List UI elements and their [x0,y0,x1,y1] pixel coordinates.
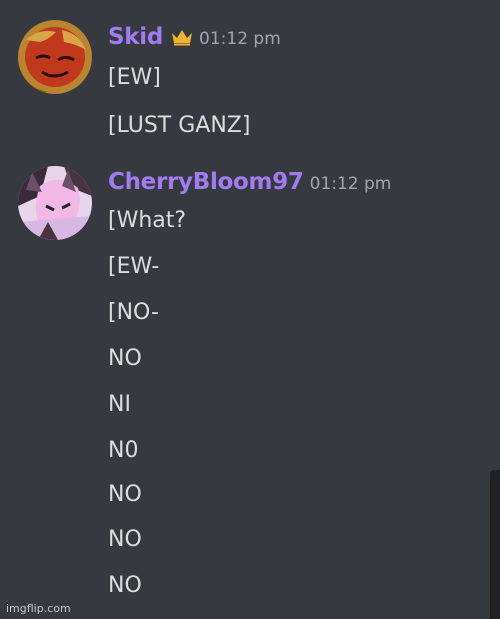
avatar-image [18,166,92,240]
timestamp[interactable]: 01:12 pm [199,29,281,49]
message-line: [NO- [108,300,159,325]
message-line: NO [108,482,142,507]
timestamp[interactable]: 01:12 pm [310,174,392,194]
avatar-image [18,20,92,94]
message-line: [What? [108,208,187,233]
username[interactable]: CherryBloom97 [108,169,304,195]
chat-messages: Skid 01:12 pm [EW] [LUST GANZ] CherryBlo… [0,0,500,619]
message-line: NI [108,392,131,417]
message-line: [EW- [108,254,160,279]
message-header: CherryBloom97 01:12 pm [108,169,391,195]
crown-icon [171,28,193,46]
message-line: NO [108,573,142,598]
message-line: [EW] [108,65,161,90]
username[interactable]: Skid [108,24,163,50]
watermark: imgflip.com [6,602,71,615]
avatar[interactable] [18,166,92,240]
message-line: [LUST GANZ] [108,113,251,138]
message-header: Skid 01:12 pm [108,24,281,50]
message-line: NO [108,527,142,552]
message-line: NO [108,346,142,371]
avatar[interactable] [18,20,92,94]
scrollbar[interactable] [490,470,500,619]
message-line: N0 [108,438,139,463]
